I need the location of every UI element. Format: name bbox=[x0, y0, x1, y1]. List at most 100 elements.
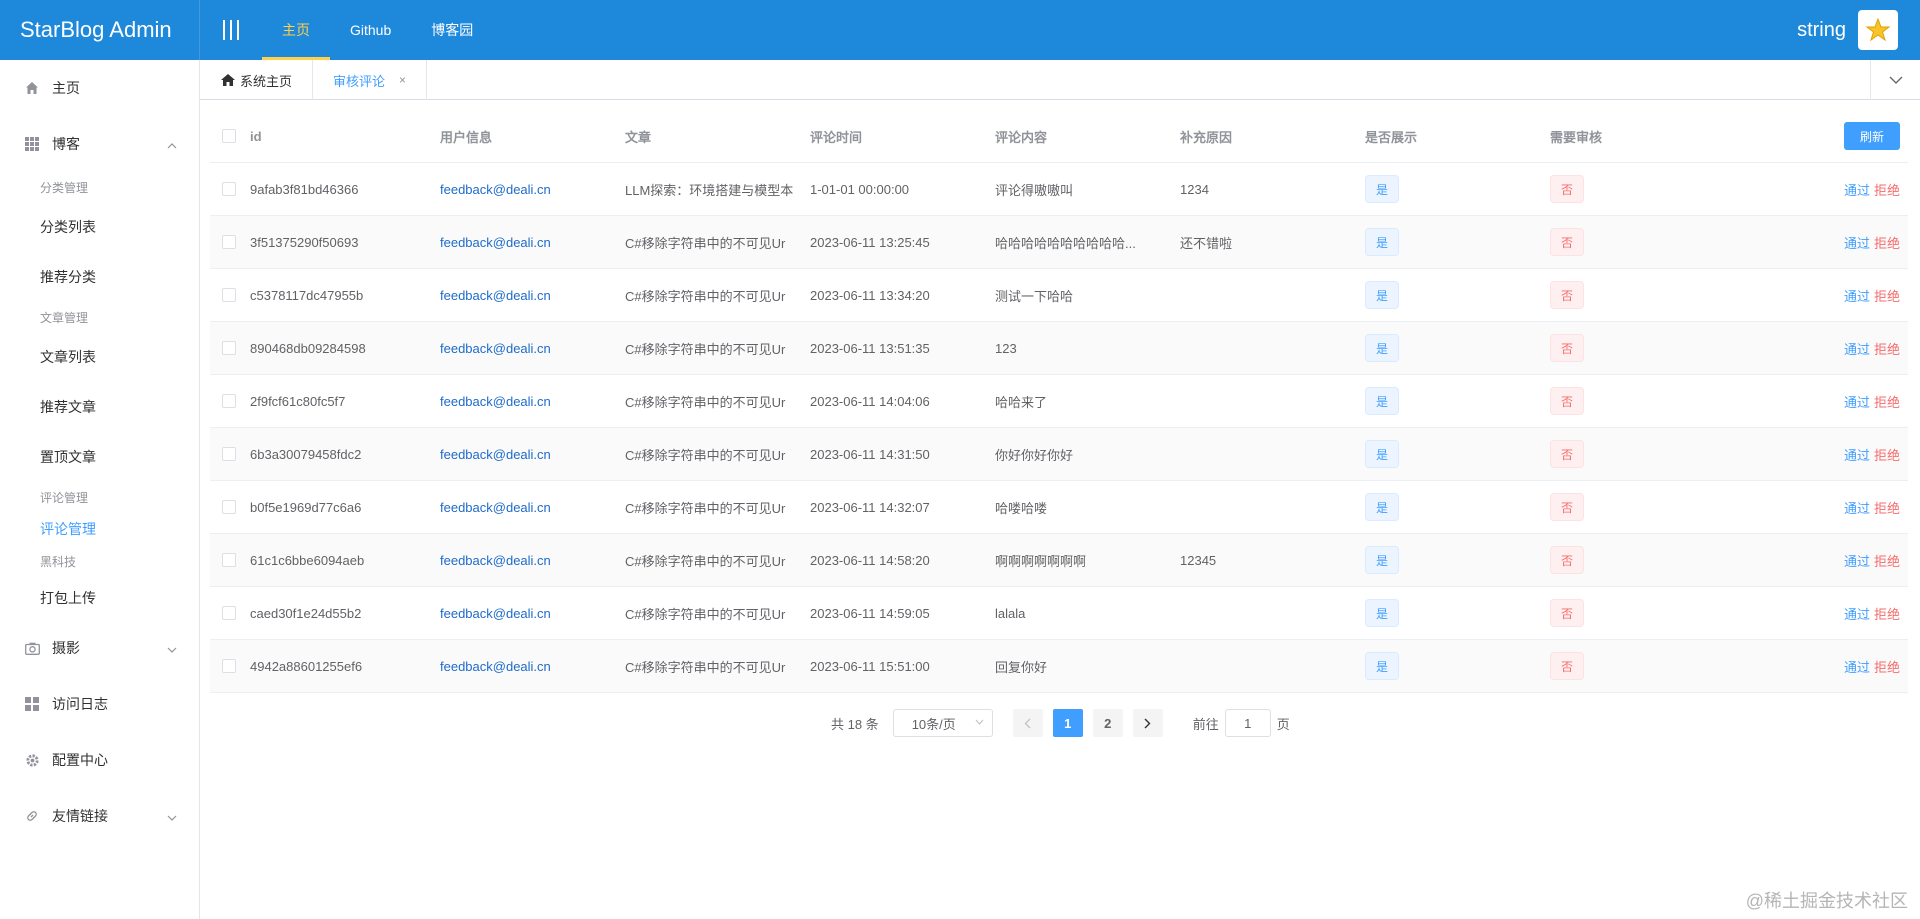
approve-button[interactable]: 通过 bbox=[1844, 183, 1870, 198]
cell-id: 2f9fcf61c80fc5f7 bbox=[250, 393, 346, 409]
row-checkbox[interactable] bbox=[222, 341, 236, 355]
page-1-button[interactable]: 1 bbox=[1052, 709, 1083, 737]
user-email-link[interactable]: feedback@deali.cn bbox=[440, 182, 551, 197]
sidebar-item-config[interactable]: 配置中心 bbox=[0, 732, 199, 788]
page-size-select[interactable]: 10条/页 bbox=[892, 709, 993, 737]
nav-home[interactable]: 主页 bbox=[262, 0, 330, 60]
sidebar-toggle-button[interactable] bbox=[200, 0, 262, 60]
cell-content: 测试一下哈哈 bbox=[995, 288, 1074, 304]
cell-audit: 否 bbox=[1550, 493, 1735, 521]
row-checkbox[interactable] bbox=[222, 235, 236, 249]
sidebar: 主页 博客 分类管理 分类列表 推荐分类 文章管理 文章列表 推荐文章 置顶文章… bbox=[0, 60, 200, 919]
tabs-bar: 系统主页 审核评论 × bbox=[200, 60, 1920, 100]
approve-button[interactable]: 通过 bbox=[1844, 342, 1870, 357]
user-area[interactable]: string bbox=[1797, 10, 1920, 50]
row-checkbox[interactable] bbox=[222, 606, 236, 620]
row-checkbox[interactable] bbox=[222, 500, 236, 514]
tabs-dropdown-button[interactable] bbox=[1870, 60, 1920, 100]
approve-button[interactable]: 通过 bbox=[1844, 395, 1870, 410]
header-checkbox-cell bbox=[210, 129, 250, 143]
next-page-button[interactable] bbox=[1132, 709, 1163, 737]
approve-button[interactable]: 通过 bbox=[1844, 448, 1870, 463]
close-icon[interactable]: × bbox=[399, 73, 406, 87]
user-email-link[interactable]: feedback@deali.cn bbox=[440, 341, 551, 356]
sidebar-item-comment-manage[interactable]: 评论管理 bbox=[0, 512, 199, 546]
user-email-link[interactable]: feedback@deali.cn bbox=[440, 500, 551, 515]
reject-button[interactable]: 拒绝 bbox=[1874, 501, 1900, 516]
cell-article: C#移除字符串中的不可见Ur bbox=[625, 288, 786, 304]
cell-time: 2023-06-11 14:59:05 bbox=[810, 605, 930, 621]
approve-button[interactable]: 通过 bbox=[1844, 501, 1870, 516]
sidebar-item-photo[interactable]: 摄影 bbox=[0, 620, 199, 676]
row-checkbox-cell bbox=[210, 553, 250, 567]
tab-review-comments[interactable]: 审核评论 × bbox=[313, 60, 428, 100]
reject-button[interactable]: 拒绝 bbox=[1874, 342, 1900, 357]
row-checkbox[interactable] bbox=[222, 182, 236, 196]
prev-page-button[interactable] bbox=[1012, 709, 1043, 737]
approve-button[interactable]: 通过 bbox=[1844, 289, 1870, 304]
nav-cnblogs[interactable]: 博客园 bbox=[411, 0, 493, 60]
username[interactable]: string bbox=[1797, 19, 1846, 42]
approve-button[interactable]: 通过 bbox=[1844, 236, 1870, 251]
row-checkbox[interactable] bbox=[222, 447, 236, 461]
comments-table: id 用户信息 文章 评论时间 评论内容 补充原因 是否展示 需要审核 刷新 9… bbox=[210, 110, 1908, 693]
goto-page-input[interactable] bbox=[1224, 709, 1271, 737]
approve-button[interactable]: 通过 bbox=[1844, 554, 1870, 569]
brand-title[interactable]: StarBlog Admin bbox=[0, 0, 200, 60]
user-email-link[interactable]: feedback@deali.cn bbox=[440, 394, 551, 409]
sidebar-item-featured-category[interactable]: 推荐分类 bbox=[0, 252, 199, 302]
cell-id: 9afab3f81bd46366 bbox=[250, 181, 359, 197]
sidebar-item-links[interactable]: 友情链接 bbox=[0, 788, 199, 844]
sidebar-item-top-article[interactable]: 置顶文章 bbox=[0, 432, 199, 482]
user-email-link[interactable]: feedback@deali.cn bbox=[440, 447, 551, 462]
cell-article: C#移除字符串中的不可见Ur bbox=[625, 447, 786, 463]
approve-button[interactable]: 通过 bbox=[1844, 660, 1870, 675]
select-all-checkbox[interactable] bbox=[222, 129, 236, 143]
reject-button[interactable]: 拒绝 bbox=[1874, 289, 1900, 304]
cell-content: 回复你好 bbox=[995, 659, 1048, 675]
sidebar-item-home[interactable]: 主页 bbox=[0, 60, 199, 116]
nav-github[interactable]: Github bbox=[330, 0, 411, 60]
sidebar-item-article-list[interactable]: 文章列表 bbox=[0, 332, 199, 382]
user-email-link[interactable]: feedback@deali.cn bbox=[440, 235, 551, 250]
reject-button[interactable]: 拒绝 bbox=[1874, 395, 1900, 410]
reject-button[interactable]: 拒绝 bbox=[1874, 607, 1900, 622]
cell-user: feedback@deali.cn bbox=[440, 447, 625, 462]
row-checkbox[interactable] bbox=[222, 553, 236, 567]
row-checkbox-cell bbox=[210, 288, 250, 302]
audit-status-badge: 否 bbox=[1550, 493, 1584, 521]
sidebar-item-visitlog[interactable]: 访问日志 bbox=[0, 676, 199, 732]
cell-content: lalala bbox=[995, 605, 1026, 621]
row-checkbox[interactable] bbox=[222, 288, 236, 302]
column-header-id: id bbox=[250, 128, 262, 144]
user-email-link[interactable]: feedback@deali.cn bbox=[440, 553, 551, 568]
cell-time: 2023-06-11 14:04:06 bbox=[810, 393, 930, 409]
home-icon bbox=[24, 80, 40, 96]
reject-button[interactable]: 拒绝 bbox=[1874, 660, 1900, 675]
cell-ops: 通过 拒绝 bbox=[1735, 498, 1908, 517]
row-checkbox[interactable] bbox=[222, 659, 236, 673]
approve-button[interactable]: 通过 bbox=[1844, 607, 1870, 622]
reject-button[interactable]: 拒绝 bbox=[1874, 236, 1900, 251]
tab-dashboard[interactable]: 系统主页 bbox=[200, 60, 314, 100]
user-email-link[interactable]: feedback@deali.cn bbox=[440, 606, 551, 621]
reject-button[interactable]: 拒绝 bbox=[1874, 183, 1900, 198]
reject-button[interactable]: 拒绝 bbox=[1874, 554, 1900, 569]
cell-article: C#移除字符串中的不可见Ur bbox=[625, 659, 786, 675]
cell-user: feedback@deali.cn bbox=[440, 341, 625, 356]
user-email-link[interactable]: feedback@deali.cn bbox=[440, 288, 551, 303]
sidebar-item-upload[interactable]: 打包上传 bbox=[0, 576, 199, 620]
cell-user: feedback@deali.cn bbox=[440, 182, 625, 197]
page-2-button[interactable]: 2 bbox=[1092, 709, 1123, 737]
cell-show: 是 bbox=[1365, 599, 1550, 627]
sidebar-item-featured-article[interactable]: 推荐文章 bbox=[0, 382, 199, 432]
sidebar-item-blog[interactable]: 博客 bbox=[0, 116, 199, 172]
user-email-link[interactable]: feedback@deali.cn bbox=[440, 659, 551, 674]
column-header-ops: 刷新 bbox=[1735, 122, 1908, 150]
row-checkbox[interactable] bbox=[222, 394, 236, 408]
refresh-button[interactable]: 刷新 bbox=[1844, 122, 1900, 150]
reject-button[interactable]: 拒绝 bbox=[1874, 448, 1900, 463]
sidebar-item-category-list[interactable]: 分类列表 bbox=[0, 202, 199, 252]
cell-show: 是 bbox=[1365, 175, 1550, 203]
avatar[interactable] bbox=[1858, 10, 1898, 50]
